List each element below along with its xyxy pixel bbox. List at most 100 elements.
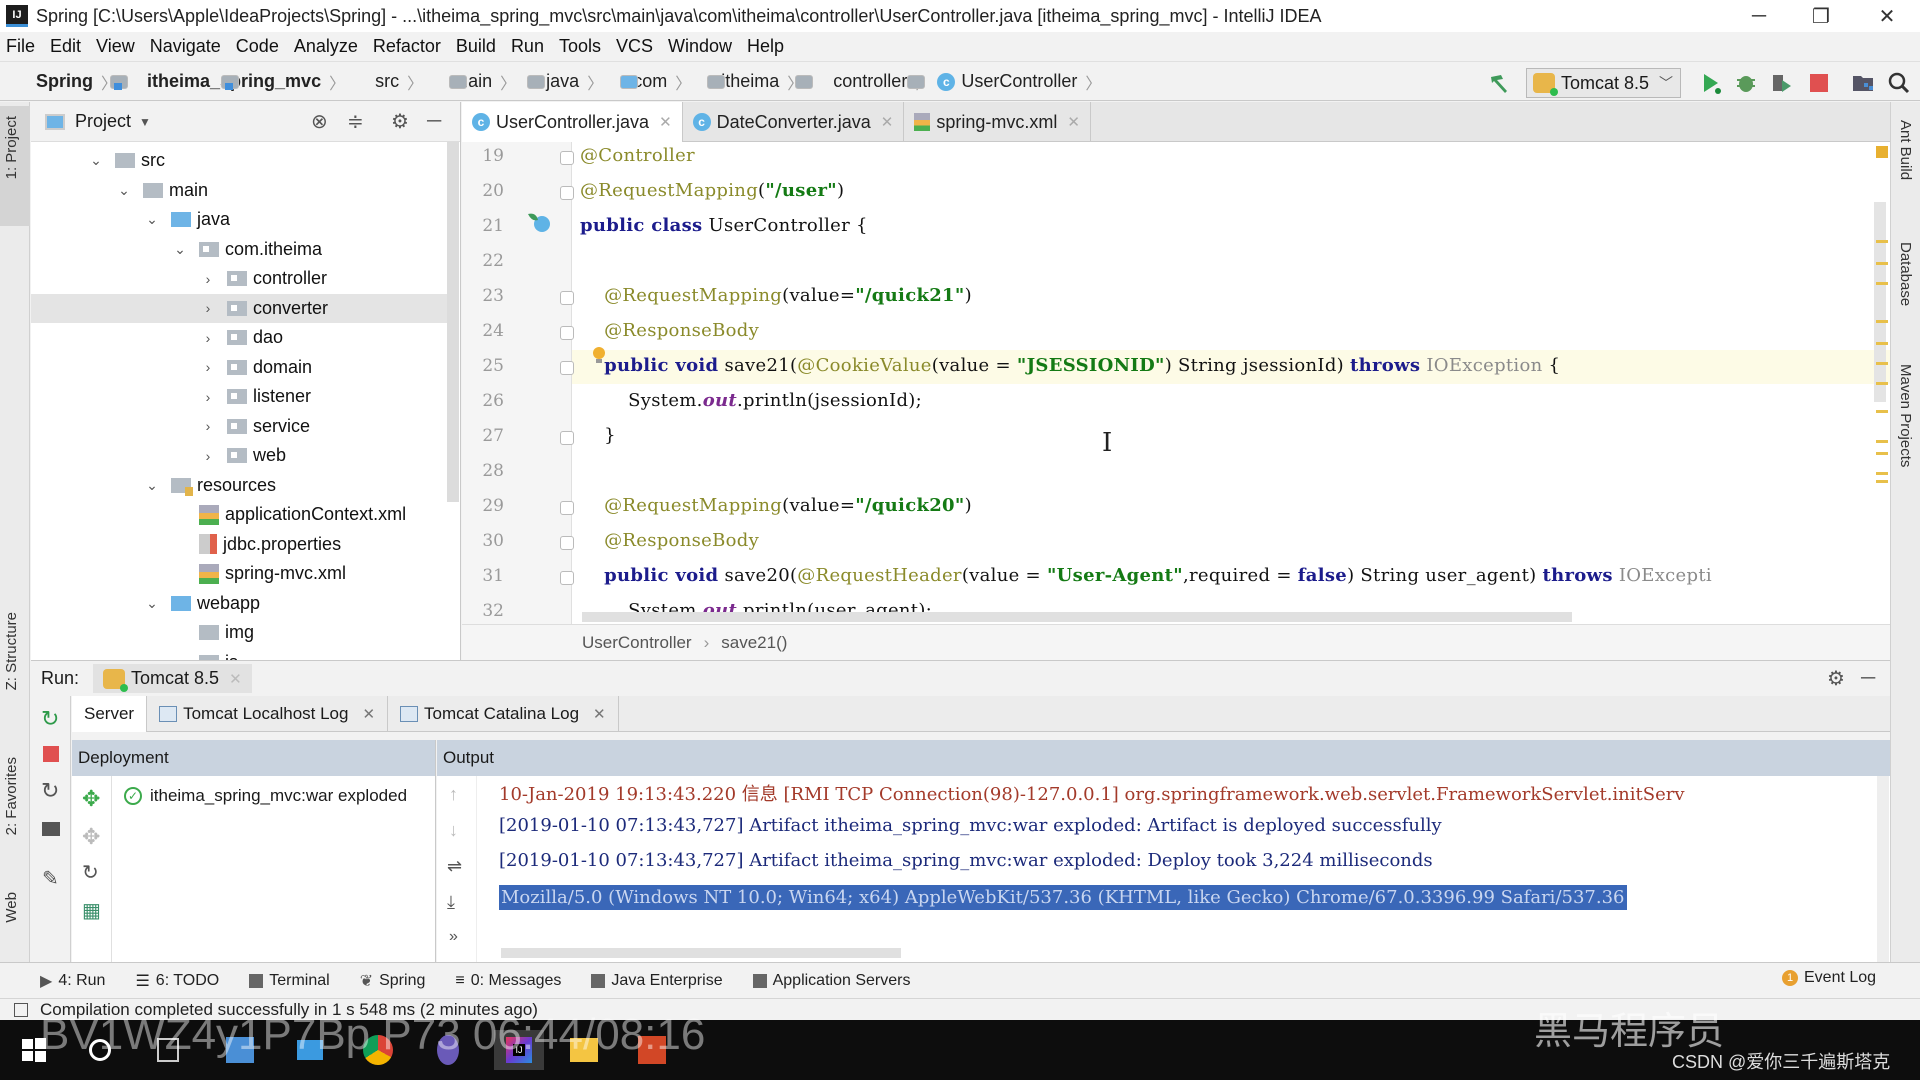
fold-marker-icon[interactable] — [560, 186, 574, 200]
restore-button[interactable]: ❐ — [1790, 0, 1852, 32]
tree-item[interactable]: img — [31, 618, 459, 647]
inspection-status-icon[interactable] — [1876, 146, 1888, 158]
fold-marker-icon[interactable] — [560, 361, 574, 375]
run-configuration-select[interactable]: Tomcat 8.5 ﹀ — [1526, 68, 1681, 98]
tree-item[interactable]: ⌄ main — [31, 176, 459, 205]
tab-spring-mvc-xml[interactable]: spring-mvc.xml ✕ — [904, 102, 1091, 142]
tree-item[interactable]: ⌄ src — [31, 146, 459, 175]
tab-usercontroller[interactable]: c UserController.java ✕ — [462, 102, 683, 142]
tool-spring[interactable]: ❦ Spring — [360, 971, 426, 991]
menu-help[interactable]: Help — [747, 36, 784, 57]
stop-icon[interactable] — [1806, 70, 1832, 96]
tool-java-enterprise[interactable]: Java Enterprise — [591, 972, 723, 990]
horizontal-scrollbar[interactable] — [582, 612, 1572, 622]
undeploy-icon[interactable]: ✥ — [82, 824, 100, 850]
fold-marker-icon[interactable] — [560, 291, 574, 305]
output-horizontal-scrollbar[interactable] — [501, 948, 901, 958]
ant-build-tool-button[interactable]: Ant Build — [1897, 120, 1914, 180]
chevron-down-icon[interactable]: ⌄ — [143, 595, 161, 612]
tree-item[interactable]: ⌄ resources — [31, 471, 459, 500]
fold-marker-icon[interactable] — [560, 151, 574, 165]
code-line[interactable]: @ResponseBody — [580, 320, 759, 341]
tool-run[interactable]: ▶ 4: Run — [40, 971, 105, 991]
tab-tomcat-catalina-log[interactable]: Tomcat Catalina Log ✕ — [388, 696, 619, 732]
update-app-icon[interactable]: ↻ — [41, 778, 59, 804]
scroll-to-end-icon[interactable]: ⤓ — [447, 892, 455, 913]
tree-scrollbar[interactable] — [447, 142, 459, 502]
hide-panel-icon[interactable]: ─ — [427, 110, 441, 133]
run-config-tab[interactable]: Tomcat 8.5 ✕ — [93, 664, 252, 693]
code-line[interactable]: @RequestMapping(value="/quick21") — [580, 285, 972, 306]
chevron-down-icon[interactable]: ⌄ — [143, 211, 161, 228]
tab-tomcat-localhost-log[interactable]: Tomcat Localhost Log ✕ — [147, 696, 389, 732]
deploy-all-icon[interactable]: ✥ — [82, 786, 100, 812]
chevron-right-icon[interactable]: › — [199, 300, 217, 316]
project-tool-button[interactable]: 1: Project — [0, 106, 30, 226]
maven-projects-tool-button[interactable]: Maven Projects — [1897, 364, 1914, 467]
breadcrumb-class[interactable]: UserController — [582, 633, 692, 653]
favorites-tool-button[interactable]: 2: Favorites — [3, 757, 20, 835]
tree-item[interactable]: ⌄ webapp — [31, 589, 459, 618]
breadcrumb-spring[interactable]: Spring 〉 — [12, 70, 128, 94]
chevron-down-icon[interactable]: ⌄ — [87, 152, 105, 169]
fold-marker-icon[interactable] — [560, 431, 574, 445]
tree-item[interactable]: › converter — [31, 293, 459, 323]
tree-item[interactable]: spring-mvc.xml — [31, 559, 459, 588]
code-line[interactable]: System.out.println(jsessionId); — [580, 390, 922, 411]
gear-icon[interactable]: ⚙ — [1827, 666, 1845, 691]
refresh-icon[interactable]: ↻ — [82, 860, 99, 885]
menu-navigate[interactable]: Navigate — [150, 36, 221, 57]
breadcrumb-method[interactable]: save21() — [721, 633, 787, 653]
fold-marker-icon[interactable] — [560, 501, 574, 515]
code-editor[interactable]: 19 20 21 22 23 24 25 26 27 28 29 30 31 32 @Controller… — [462, 142, 1890, 624]
code-line[interactable]: public void save20(@RequestHeader(value … — [580, 565, 1712, 586]
web-tool-button[interactable]: Web — [3, 892, 20, 923]
event-log-button[interactable]: 1 Event Log — [1782, 969, 1876, 987]
tree-item[interactable]: applicationContext.xml — [31, 500, 459, 529]
chevron-right-icon[interactable]: › — [199, 330, 217, 346]
code-line[interactable]: } — [580, 425, 616, 446]
menu-view[interactable]: View — [96, 36, 135, 57]
tab-server[interactable]: Server — [72, 696, 148, 732]
code-line[interactable]: @ResponseBody — [580, 530, 759, 551]
code-line[interactable]: @RequestMapping(value="/quick20") — [580, 495, 972, 516]
tab-dateconverter[interactable]: c DateConverter.java ✕ — [683, 102, 905, 142]
code-line[interactable]: @RequestMapping("/user") — [580, 180, 844, 201]
tree-item[interactable]: ⌄ java — [31, 205, 459, 234]
chevron-right-icon[interactable]: › — [199, 418, 217, 434]
close-tab-icon[interactable]: ✕ — [1067, 113, 1080, 131]
toggle-tool-windows-icon[interactable] — [14, 1002, 28, 1017]
tree-item[interactable]: › service — [31, 412, 459, 441]
breadcrumb-controller[interactable]: controller〉 — [809, 70, 931, 94]
close-button[interactable]: ✕ — [1856, 0, 1918, 32]
artifact-icon[interactable]: ▦ — [82, 898, 101, 923]
code-line[interactable]: public class UserController { — [580, 215, 868, 236]
close-tab-icon[interactable]: ✕ — [881, 113, 894, 131]
breadcrumb-src[interactable]: src 〉 — [351, 70, 468, 94]
fold-marker-icon[interactable] — [560, 571, 574, 585]
tree-item[interactable]: ⌄ com.itheima — [31, 235, 459, 264]
breadcrumb-usercontroller[interactable]: c UserController 〉 — [937, 70, 1101, 94]
debug-icon[interactable] — [1733, 70, 1759, 96]
pin-icon[interactable]: ✎ — [42, 866, 59, 891]
lightbulb-icon[interactable] — [592, 346, 606, 366]
chevron-down-icon[interactable]: ⌄ — [171, 241, 189, 258]
more-icon[interactable]: » — [449, 928, 458, 946]
menu-edit[interactable]: Edit — [50, 36, 81, 57]
tree-item[interactable]: › dao — [31, 323, 459, 352]
close-tab-icon[interactable]: ✕ — [593, 705, 606, 723]
menu-refactor[interactable]: Refactor — [373, 36, 441, 57]
close-tab-icon[interactable]: ✕ — [659, 113, 672, 131]
locate-icon[interactable]: ⊗ — [311, 109, 328, 134]
tree-item[interactable]: › listener — [31, 382, 459, 411]
database-tool-button[interactable]: Database — [1897, 242, 1914, 306]
tree-item[interactable]: › controller — [31, 264, 459, 293]
coverage-icon[interactable] — [1768, 70, 1794, 96]
dropdown-arrow-icon[interactable]: ▼ — [139, 115, 151, 129]
output-vertical-scrollbar[interactable] — [1877, 776, 1889, 962]
project-view-selector[interactable]: Project — [75, 111, 131, 132]
collapse-all-icon[interactable]: ≑ — [347, 109, 364, 134]
chevron-right-icon[interactable]: › — [199, 271, 217, 287]
code-line[interactable]: public void save21(@CookieValue(value = … — [580, 355, 1560, 376]
tool-todo[interactable]: ☰ 6: TODO — [135, 971, 219, 991]
